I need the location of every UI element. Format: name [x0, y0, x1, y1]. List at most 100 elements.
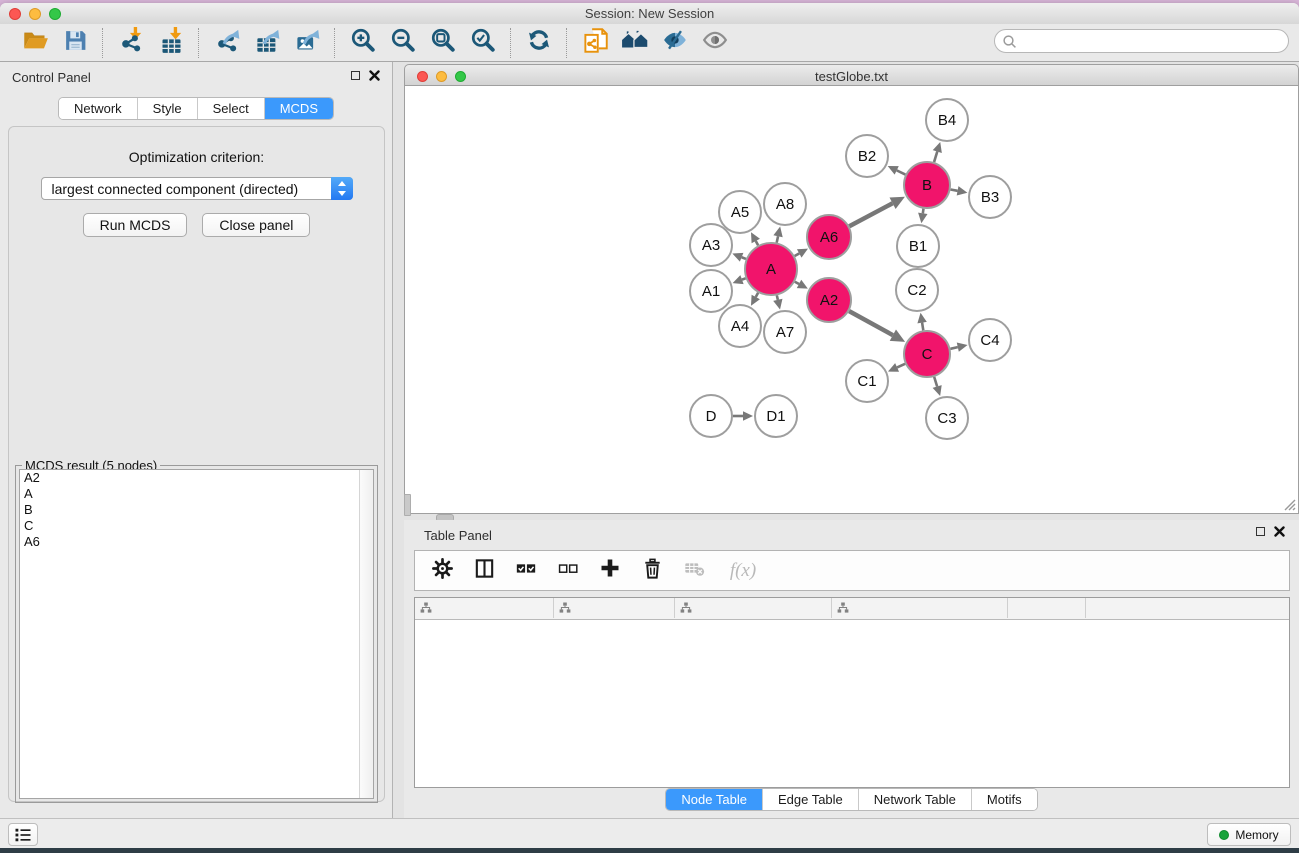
graph-node-C[interactable]: C — [904, 331, 950, 377]
graph-edge-A-A3[interactable] — [732, 253, 746, 262]
zoom-in-button[interactable] — [346, 27, 380, 59]
float-panel-icon[interactable] — [351, 71, 360, 80]
graph-node-B3[interactable]: B3 — [969, 176, 1011, 218]
open-file-button[interactable] — [18, 27, 52, 59]
home-button[interactable] — [618, 27, 652, 59]
mcds-result-item[interactable]: C — [20, 518, 373, 534]
table-row[interactable] — [415, 684, 1289, 700]
table-tab-node-table[interactable]: Node Table — [666, 789, 763, 810]
refresh-layout-button[interactable] — [522, 27, 556, 59]
graph-node-A2[interactable]: A2 — [807, 278, 851, 322]
tab-style[interactable]: Style — [138, 98, 198, 119]
graph-edge-A-A1[interactable] — [733, 275, 746, 284]
graph-node-C2[interactable]: C2 — [896, 269, 938, 311]
graph-node-B1[interactable]: B1 — [897, 225, 939, 267]
graph-edge-A2-C[interactable] — [849, 311, 905, 342]
table-cell[interactable] — [832, 668, 1008, 684]
table-cell[interactable] — [1008, 620, 1086, 636]
graph-edge-C-C1[interactable] — [888, 363, 905, 372]
table-cell[interactable] — [415, 620, 554, 636]
table-cell[interactable] — [554, 636, 675, 652]
show-hide-eye-button[interactable] — [698, 27, 732, 59]
graph-node-A[interactable]: A — [745, 243, 797, 295]
table-cell[interactable] — [415, 636, 554, 652]
graph-node-A5[interactable]: A5 — [719, 191, 761, 233]
tab-mcds[interactable]: MCDS — [265, 98, 333, 119]
graph-node-B2[interactable]: B2 — [846, 135, 888, 177]
table-row[interactable] — [415, 620, 1289, 636]
table-cell[interactable] — [1008, 636, 1086, 652]
graph-node-B4[interactable]: B4 — [926, 99, 968, 141]
export-network-button[interactable] — [210, 27, 244, 59]
table-cell[interactable] — [554, 668, 675, 684]
save-session-button[interactable] — [58, 27, 92, 59]
table-cell[interactable] — [1008, 652, 1086, 668]
table-mode-gear-button[interactable] — [429, 557, 455, 585]
column-header-successor-nodes[interactable] — [675, 598, 832, 618]
table-float-panel-icon[interactable] — [1256, 527, 1265, 536]
table-tab-network-table[interactable]: Network Table — [859, 789, 972, 810]
zoom-out-button[interactable] — [386, 27, 420, 59]
table-tab-motifs[interactable]: Motifs — [972, 789, 1037, 810]
graph-edge-C-C3[interactable] — [933, 377, 942, 396]
network-window-titlebar[interactable]: testGlobe.txt — [404, 64, 1299, 86]
import-table-button[interactable] — [154, 27, 188, 59]
graph-node-A4[interactable]: A4 — [719, 305, 761, 347]
table-cell[interactable] — [554, 620, 675, 636]
toggle-graphics-details-button[interactable] — [658, 27, 692, 59]
table-cell[interactable] — [415, 684, 554, 700]
mcds-result-item[interactable]: A — [20, 486, 373, 502]
graph-edge-A-A2[interactable] — [795, 280, 808, 289]
table-row[interactable] — [415, 668, 1289, 684]
graph-node-A3[interactable]: A3 — [690, 224, 732, 266]
table-cell[interactable] — [832, 684, 1008, 700]
graph-edge-C-C4[interactable] — [950, 343, 967, 352]
graph-node-C1[interactable]: C1 — [846, 360, 888, 402]
table-row[interactable] — [415, 636, 1289, 652]
graph-edge-C-C2[interactable] — [917, 313, 926, 331]
deselect-all-rows-button[interactable] — [555, 557, 581, 585]
task-history-button[interactable] — [8, 823, 38, 846]
resize-grip-icon[interactable] — [1282, 497, 1296, 511]
close-panel-button[interactable]: Close panel — [202, 213, 310, 237]
show-columns-button[interactable] — [471, 557, 497, 585]
graph-edge-B-B1[interactable] — [918, 209, 927, 224]
canvas-edge-handle[interactable] — [404, 494, 411, 516]
graph-edge-B-B4[interactable] — [933, 142, 942, 162]
table-tab-edge-table[interactable]: Edge Table — [763, 789, 859, 810]
delete-columns-button[interactable] — [639, 557, 665, 585]
column-header-shared-name[interactable] — [415, 598, 554, 618]
column-header-predecessor-nodes[interactable] — [832, 598, 1008, 618]
zoom-fit-button[interactable] — [426, 27, 460, 59]
graph-node-D1[interactable]: D1 — [755, 395, 797, 437]
graph-node-A6[interactable]: A6 — [807, 215, 851, 259]
graph-edge-B-B3[interactable] — [951, 186, 968, 195]
table-cell[interactable] — [675, 636, 832, 652]
column-header-MCDS-role[interactable] — [554, 598, 675, 618]
export-table-button[interactable] — [250, 27, 284, 59]
close-panel-icon[interactable] — [369, 70, 380, 81]
table-cell[interactable] — [554, 652, 675, 668]
graph-node-A1[interactable]: A1 — [690, 270, 732, 312]
search-input[interactable] — [1021, 32, 1280, 52]
graph-edge-A6-B[interactable] — [849, 197, 905, 227]
table-cell[interactable] — [675, 620, 832, 636]
zoom-selected-button[interactable] — [466, 27, 500, 59]
graph-edge-A-A4[interactable] — [751, 293, 760, 306]
add-column-button[interactable] — [597, 557, 623, 585]
table-cell[interactable] — [415, 668, 554, 684]
table-cell[interactable] — [675, 652, 832, 668]
mcds-result-list[interactable]: A2ABCA6 — [19, 469, 374, 799]
table-cell[interactable] — [415, 652, 554, 668]
search-field[interactable] — [994, 29, 1289, 53]
table-cell[interactable] — [832, 636, 1008, 652]
graph-node-D[interactable]: D — [690, 395, 732, 437]
network-canvas[interactable]: B4B2BB3A5A8A6B1A3AC2A1A2A4A7C4CC1C3DD1 — [404, 86, 1299, 514]
graph-edge-A-A5[interactable] — [751, 232, 760, 245]
optimization-criterion-dropdown[interactable]: largest connected component (directed) — [41, 177, 353, 200]
graph-node-C4[interactable]: C4 — [969, 319, 1011, 361]
graph-node-A8[interactable]: A8 — [764, 183, 806, 225]
graph-node-C3[interactable]: C3 — [926, 397, 968, 439]
result-scrollbar[interactable] — [359, 470, 373, 798]
graph-edge-D-D1[interactable] — [733, 411, 753, 421]
